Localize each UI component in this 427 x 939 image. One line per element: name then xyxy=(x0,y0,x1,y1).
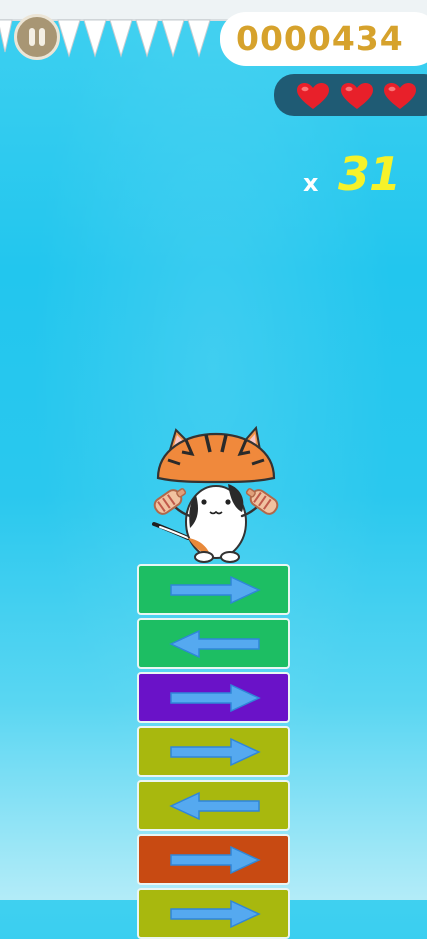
heart-icon xyxy=(384,83,416,109)
lives-panel xyxy=(274,74,427,116)
heart-icon xyxy=(341,83,373,109)
pause-button[interactable] xyxy=(14,14,60,60)
score-value: 0000434 xyxy=(236,19,404,58)
pause-icon xyxy=(29,28,35,46)
arrow-right-icon xyxy=(170,737,261,767)
tile-right xyxy=(137,888,290,939)
arrow-right-icon xyxy=(170,683,261,713)
tile-right xyxy=(137,672,290,723)
heart-icon xyxy=(297,83,329,109)
tile-right xyxy=(137,726,290,777)
combo-prefix: x xyxy=(303,169,319,197)
arrow-right-icon xyxy=(170,845,261,875)
tile-left xyxy=(137,618,290,669)
pause-icon-bar xyxy=(39,28,45,46)
tile-right xyxy=(137,564,290,615)
arrow-right-icon xyxy=(170,575,261,605)
arrow-left-icon xyxy=(169,629,260,659)
score-panel: 0000434 xyxy=(220,12,427,66)
arrow-right-icon xyxy=(170,899,261,929)
arrow-left-icon xyxy=(169,791,260,821)
combo-counter: 31 xyxy=(338,147,401,201)
tile-right xyxy=(137,834,290,885)
tile-left xyxy=(137,780,290,831)
mushroom-cat-character xyxy=(152,425,279,563)
